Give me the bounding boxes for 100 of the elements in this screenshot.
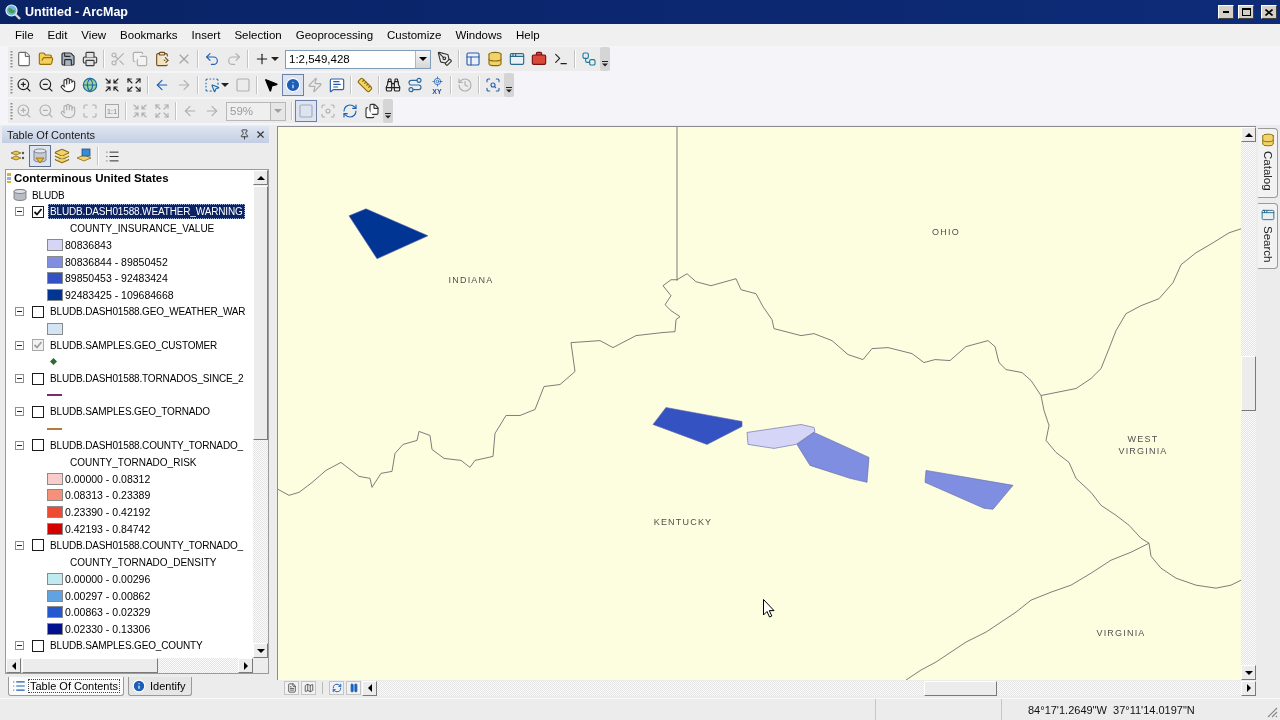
- menu-item[interactable]: Geoprocessing: [288, 27, 381, 43]
- refresh-button[interactable]: [329, 681, 344, 695]
- terminal-icon: [553, 51, 569, 67]
- right-triangle-icon: [1245, 684, 1252, 692]
- scroll-up-button[interactable]: [1241, 127, 1256, 142]
- checkbox[interactable]: [32, 405, 44, 418]
- toolbar-options-icon[interactable]: [600, 47, 610, 71]
- legend-label: 0.42193 - 0.84742: [65, 522, 151, 535]
- scroll-right-button[interactable]: [238, 658, 253, 673]
- menu-item[interactable]: View: [74, 27, 114, 43]
- menu-item[interactable]: Windows: [448, 27, 510, 43]
- collapse-icon[interactable]: [15, 641, 24, 651]
- layer-name[interactable]: BLUDB.SAMPLES.GEO_TORNADO: [48, 404, 212, 420]
- menu-item[interactable]: Insert: [184, 27, 228, 43]
- scroll-down-button[interactable]: [253, 643, 268, 658]
- scroll-up-button[interactable]: [253, 170, 268, 185]
- side-panel-tab[interactable]: Search: [1258, 202, 1278, 270]
- panel-tab[interactable]: Table Of Contents: [8, 677, 125, 696]
- side-panel-tab[interactable]: Catalog: [1258, 128, 1278, 198]
- layer-name[interactable]: BLUDB.DASH01588.WEATHER_WARNING: [48, 204, 245, 220]
- scroll-thumb[interactable]: [1241, 356, 1256, 411]
- menu-item[interactable]: Customize: [380, 27, 449, 43]
- scroll-thumb[interactable]: [253, 186, 268, 440]
- page-icon: [286, 683, 297, 693]
- collapse-icon[interactable]: [15, 307, 24, 317]
- grip-icon[interactable]: [10, 102, 13, 120]
- menu-item[interactable]: Selection: [227, 27, 289, 43]
- legend-label: 92483425 - 109684668: [65, 289, 174, 302]
- layer-name[interactable]: BLUDB.DASH01588.COUNTY_TORNADO_: [48, 537, 245, 553]
- viewfinder-icon: [320, 103, 336, 119]
- panel-tab[interactable]: Identify: [128, 677, 192, 696]
- layer-name[interactable]: BLUDB.DASH01588.COUNTY_TORNADO_: [48, 437, 245, 453]
- grip-icon[interactable]: [10, 76, 13, 94]
- scroll-thumb[interactable]: [924, 680, 997, 696]
- maximize-button[interactable]: [1238, 5, 1254, 19]
- data-view-button[interactable]: [301, 681, 316, 695]
- caret-icon: [271, 56, 279, 62]
- checkbox[interactable]: [32, 205, 44, 218]
- collapse-icon[interactable]: [15, 440, 24, 450]
- layout-view-button[interactable]: [284, 681, 299, 695]
- database-icon: [487, 51, 503, 67]
- menu-item[interactable]: Help: [509, 27, 547, 43]
- toolbar-options-icon[interactable]: [504, 73, 514, 97]
- binoculars-icon: [385, 77, 401, 93]
- minimize-button[interactable]: [1218, 5, 1234, 19]
- toolbar-options-icon[interactable]: [383, 99, 393, 123]
- checkbox[interactable]: [32, 305, 44, 318]
- menu-item[interactable]: Edit: [40, 27, 75, 43]
- identify-button[interactable]: [282, 74, 304, 96]
- layer-name[interactable]: BLUDB.SAMPLES.GEO_COUNTY: [48, 638, 205, 654]
- dropdown-button[interactable]: [415, 50, 430, 68]
- scale-dropdown[interactable]: 1:2,549,428: [285, 49, 431, 69]
- pause-button[interactable]: [346, 681, 361, 695]
- checkbox[interactable]: [32, 439, 44, 452]
- window-icon: [1260, 207, 1275, 222]
- close-button[interactable]: [1261, 5, 1277, 19]
- database-icon: [13, 189, 27, 202]
- close-icon[interactable]: [255, 129, 266, 140]
- state-label: WEST VIRGINIA: [1117, 433, 1169, 457]
- frame-corners-icon: [82, 103, 98, 119]
- layers-selection-icon: [76, 148, 92, 164]
- horizontal-scrollbar[interactable]: [6, 658, 253, 673]
- collapse-icon[interactable]: [15, 207, 24, 217]
- resize-grip-icon[interactable]: [1266, 706, 1278, 718]
- checkbox[interactable]: [32, 639, 44, 652]
- arrows-inward-icon: [104, 77, 120, 93]
- state-label: KENTUCKY: [652, 516, 714, 528]
- checkbox[interactable]: [32, 372, 44, 385]
- layer-name[interactable]: BLUDB.DASH01588.GEO_WEATHER_WAR: [48, 304, 248, 320]
- legend-field-name: COUNTY_INSURANCE_VALUE: [70, 222, 215, 234]
- scroll-right-button[interactable]: [1241, 680, 1256, 696]
- grip-icon[interactable]: [10, 50, 13, 68]
- horizontal-scrollbar[interactable]: [362, 680, 1256, 696]
- collapse-icon[interactable]: [15, 407, 24, 417]
- legend-label: 89850453 - 92483424: [65, 272, 168, 285]
- panel-layout-icon: [465, 51, 481, 67]
- pin-icon[interactable]: [239, 129, 250, 140]
- collapse-icon[interactable]: [15, 374, 24, 384]
- data-frame-name[interactable]: Conterminous United States: [12, 170, 171, 186]
- state-label: OHIO: [931, 226, 961, 238]
- vertical-scrollbar[interactable]: [1241, 127, 1256, 680]
- vertical-scrollbar[interactable]: [253, 170, 268, 658]
- checkbox[interactable]: [32, 539, 44, 552]
- menu-item[interactable]: Bookmarks: [113, 27, 185, 43]
- menu-item[interactable]: File: [8, 27, 41, 43]
- scroll-left-button[interactable]: [6, 658, 21, 673]
- scroll-down-button[interactable]: [1241, 665, 1256, 680]
- left-triangle-icon: [10, 661, 17, 670]
- scroll-thumb[interactable]: [22, 658, 158, 673]
- scroll-left-button[interactable]: [362, 680, 377, 696]
- database-name[interactable]: BLUDB: [30, 187, 67, 203]
- list-icon: [104, 148, 120, 164]
- legend-label: 0.00297 - 0.00862: [65, 589, 151, 602]
- map-canvas[interactable]: INDIANA OHIO KENTUCKY WEST VIRGINIA VIRGINIA: [278, 127, 1241, 680]
- printer-icon: [82, 51, 98, 67]
- collapse-icon[interactable]: [15, 540, 24, 550]
- list-by-source-button[interactable]: [29, 145, 51, 167]
- up-triangle-icon: [256, 174, 265, 181]
- hand-icon: [60, 103, 76, 119]
- layer-name[interactable]: BLUDB.DASH01588.TORNADOS_SINCE_2: [48, 371, 246, 387]
